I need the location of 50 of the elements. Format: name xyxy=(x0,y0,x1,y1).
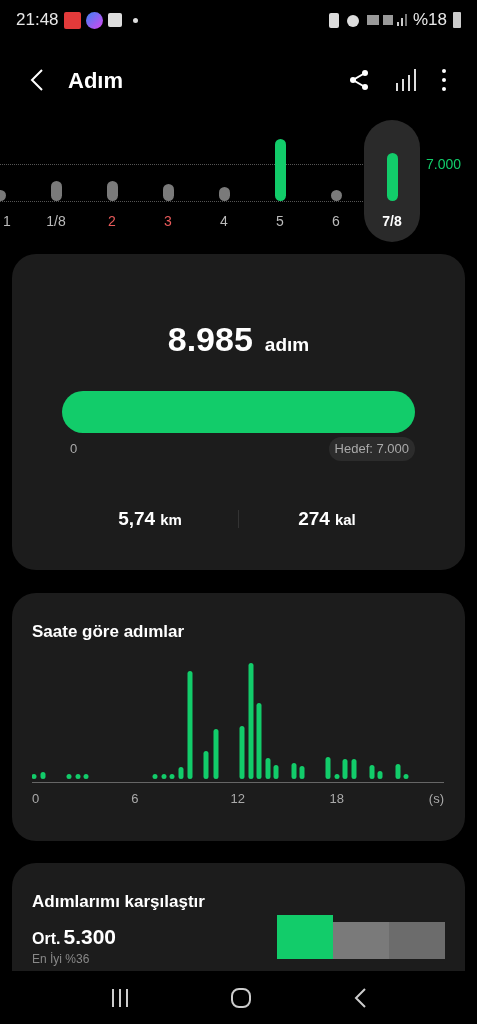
battery-icon xyxy=(453,12,461,28)
axis-label: 6 xyxy=(131,789,140,808)
alarm-icon xyxy=(344,12,361,28)
axis-label: (s) xyxy=(428,789,444,808)
home-icon[interactable] xyxy=(231,987,252,1008)
day-tab[interactable]: 4 xyxy=(196,120,252,242)
calories-value: 274 xyxy=(298,506,330,531)
axis-label: 18 xyxy=(329,789,346,808)
recent-apps-icon[interactable] xyxy=(111,988,130,1007)
goal-value: 7.000 xyxy=(425,155,461,174)
card-title: Saate göre adımlar xyxy=(32,621,186,643)
selected-day-tab[interactable]: 7/8 xyxy=(364,120,420,242)
share-button[interactable] xyxy=(347,68,371,92)
step-unit: adım xyxy=(264,333,310,357)
goal-label: Hedef: 7.000 xyxy=(328,437,415,461)
day-tab[interactable]: 1/8 xyxy=(28,120,84,242)
day-label: 5 xyxy=(276,212,284,231)
progress-start-label: 0 xyxy=(70,440,78,458)
step-count: 8.985 xyxy=(167,319,253,360)
distance-unit: km xyxy=(160,509,182,530)
day-label: 1 xyxy=(2,212,11,231)
day-tab[interactable]: 6 xyxy=(308,120,364,242)
app-icon xyxy=(63,11,81,29)
app-icon xyxy=(85,11,103,29)
average-label: Ort. xyxy=(32,928,61,949)
average-value: 5.300 xyxy=(63,923,116,950)
page-title: Adım xyxy=(68,66,123,95)
clock-time: 21:48 xyxy=(16,9,59,32)
day-label: 6 xyxy=(332,212,340,231)
calories-unit: kal xyxy=(334,509,356,530)
day-tab[interactable]: 2 xyxy=(84,120,140,242)
day-label: 3 xyxy=(164,212,172,231)
back-icon[interactable] xyxy=(353,987,366,1008)
battery-saver-icon xyxy=(328,12,339,28)
battery-percent: %18 xyxy=(412,9,447,32)
chart-button[interactable] xyxy=(395,69,417,91)
axis-label: 0 xyxy=(32,789,41,808)
day-tab[interactable]: 3 xyxy=(140,120,196,242)
day-label: 2 xyxy=(108,212,116,231)
day-label: 1/8 xyxy=(46,212,66,231)
card-title: Adımlarımı karşılaştır xyxy=(32,891,205,913)
day-label: 7/8 xyxy=(382,212,402,231)
day-tab[interactable]: 5 xyxy=(252,120,308,242)
more-menu-button[interactable] xyxy=(441,69,447,91)
day-label: 4 xyxy=(220,212,228,231)
axis-label: 12 xyxy=(230,789,246,808)
day-tab[interactable]: 1 xyxy=(0,120,28,242)
best-percent: En İyi %36 xyxy=(32,952,91,966)
signal-icon xyxy=(366,12,407,28)
distance-value: 5,74 xyxy=(118,506,156,531)
